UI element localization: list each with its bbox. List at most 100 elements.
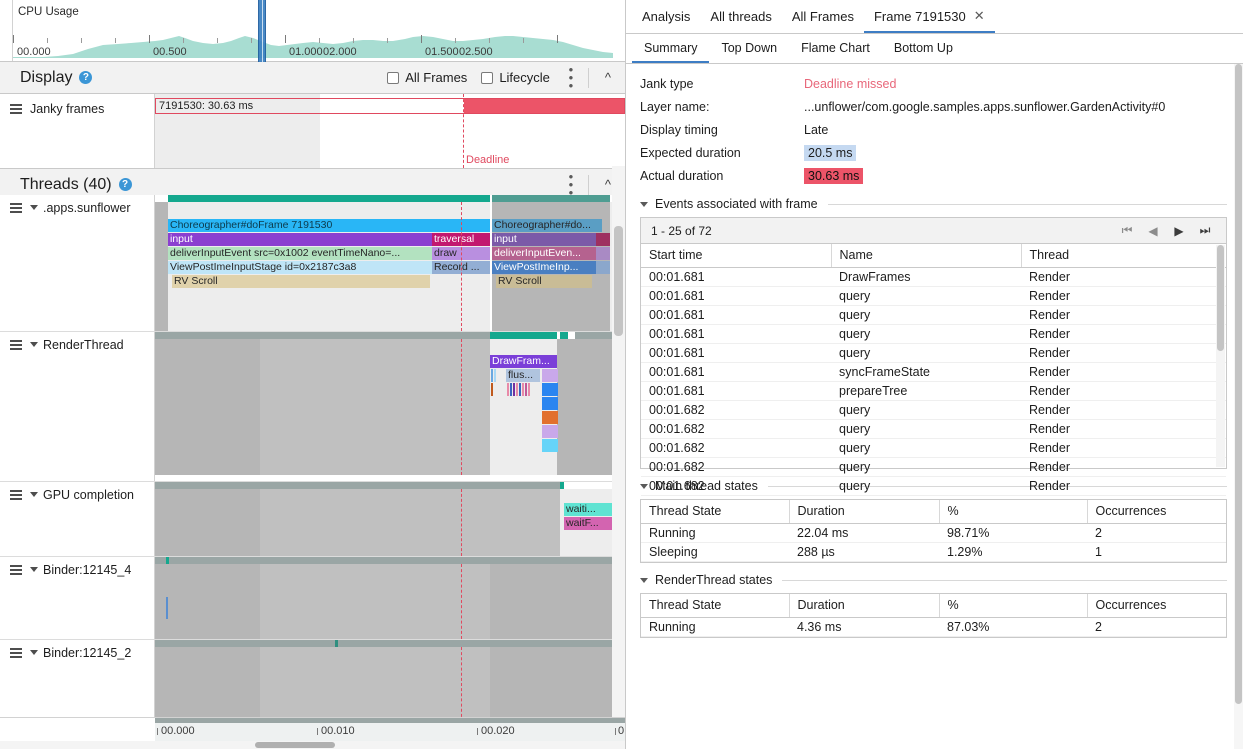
events-table[interactable]: Start time Name Thread 00:01.681DrawFram… (641, 244, 1226, 496)
table-row[interactable]: 00:01.682queryRender (641, 458, 1226, 477)
scrollbar-thumb[interactable] (255, 742, 335, 748)
first-page-icon[interactable]: ⏮ (1114, 223, 1140, 238)
column-header-name[interactable]: Name (831, 244, 1021, 268)
table-row[interactable]: 00:01.681prepareTreeRender (641, 382, 1226, 401)
cpu-usage-track[interactable]: CPU Usage (0, 0, 625, 62)
table-row[interactable]: 00:01.681DrawFramesRender (641, 268, 1226, 287)
column-header-percent[interactable]: % (939, 500, 1087, 524)
table-row[interactable]: 00:01.681syncFrameStateRender (641, 363, 1226, 382)
tab-all-threads[interactable]: All threads (700, 3, 781, 33)
column-header-occurrences[interactable]: Occurrences (1087, 500, 1226, 524)
thread-gutter[interactable]: .apps.sunflower (0, 195, 155, 331)
expand-caret-icon[interactable] (30, 650, 38, 655)
thread-gutter[interactable]: Binder:12145_2 (0, 640, 155, 717)
render-thread-states-table[interactable]: Thread State Duration % Occurrences Runn… (641, 594, 1226, 637)
trace-slice[interactable]: input (168, 233, 432, 246)
table-row[interactable]: 00:01.682queryRender (641, 439, 1226, 458)
trace-slice[interactable]: input (492, 233, 596, 246)
trace-slice[interactable]: deliverInputEven... (492, 247, 596, 260)
events-table-scrollbar[interactable] (1216, 245, 1225, 467)
column-header-occurrences[interactable]: Occurrences (1087, 594, 1226, 618)
events-section-header[interactable]: Events associated with frame (640, 197, 1227, 211)
threads-vertical-scrollbar[interactable] (612, 166, 625, 717)
next-page-icon[interactable]: ▶ (1166, 224, 1192, 238)
analysis-vertical-scrollbar[interactable] (1234, 64, 1243, 749)
display-section-header[interactable]: Display ? All Frames Lifecycle ••• ^ (0, 62, 625, 94)
thread-row-binder-2[interactable]: Binder:12145_2 (0, 640, 625, 717)
thread-gutter[interactable]: GPU completion (0, 482, 155, 556)
more-options-icon[interactable]: ••• (564, 173, 578, 197)
frame-duration-bar[interactable]: 7191530: 30.63 ms (155, 98, 625, 114)
trace-slice[interactable]: deliverInputEvent src=0x1002 eventTimeNa… (168, 247, 432, 260)
table-row[interactable]: Running4.36 ms87.03%2 (641, 618, 1226, 637)
trace-slice[interactable]: ViewPostImeInp... (492, 261, 596, 274)
events-table-box[interactable]: 1 - 25 of 72 ⏮ ◀ ▶ ⏭ Start time Name Thr… (640, 217, 1227, 469)
close-icon[interactable]: ✕ (974, 8, 985, 24)
thread-gutter[interactable]: Binder:12145_4 (0, 557, 155, 639)
events-pager[interactable]: 1 - 25 of 72 ⏮ ◀ ▶ ⏭ (641, 218, 1226, 244)
horizontal-scrollbar[interactable] (0, 741, 625, 749)
thread-track[interactable] (155, 557, 625, 639)
trace-slice[interactable]: waitF... (564, 517, 619, 530)
trace-slice[interactable]: Choreographer#do... (492, 219, 602, 232)
analysis-subtabs[interactable]: Summary Top Down Flame Chart Bottom Up (626, 34, 1243, 64)
drag-handle-icon[interactable] (10, 340, 22, 350)
table-row[interactable]: 00:01.682queryRender (641, 420, 1226, 439)
table-row[interactable]: Running22.04 ms98.71%2 (641, 524, 1226, 543)
scrollbar-thumb[interactable] (614, 226, 623, 336)
subtab-summary[interactable]: Summary (632, 37, 709, 63)
janky-frames-row[interactable]: Janky frames 7191530: 30.63 ms Deadline (0, 94, 625, 169)
column-header-start-time[interactable]: Start time (641, 244, 831, 268)
thread-track[interactable]: DrawFram... flus... (155, 332, 625, 481)
table-row[interactable]: Sleeping288 µs1.29%1 (641, 543, 1226, 562)
scrollbar-thumb[interactable] (1217, 245, 1224, 351)
render-thread-states-table-box[interactable]: Thread State Duration % Occurrences Runn… (640, 593, 1227, 638)
trace-slice[interactable]: ViewPostImeInputStage id=0x2187c3a8 (168, 261, 432, 274)
trace-slice[interactable]: RV Scroll (496, 275, 592, 288)
expand-caret-icon[interactable] (30, 342, 38, 347)
subtab-flame-chart[interactable]: Flame Chart (789, 37, 882, 63)
drag-handle-icon[interactable] (10, 104, 22, 114)
thread-row-gpu[interactable]: GPU completion waiti... waitF... (0, 482, 625, 557)
drag-handle-icon[interactable] (10, 203, 22, 213)
thread-track[interactable]: Choreographer#doFrame 7191530 input deli… (155, 195, 625, 331)
janky-frames-track[interactable]: 7191530: 30.63 ms Deadline (155, 94, 625, 168)
table-row[interactable]: 00:01.681queryRender (641, 325, 1226, 344)
subtab-top-down[interactable]: Top Down (709, 37, 789, 63)
drag-handle-icon[interactable] (10, 565, 22, 575)
main-thread-states-table[interactable]: Thread State Duration % Occurrences Runn… (641, 500, 1226, 562)
all-frames-checkbox[interactable]: All Frames (387, 70, 467, 85)
last-page-icon[interactable]: ⏭ (1192, 223, 1218, 238)
drag-handle-icon[interactable] (10, 490, 22, 500)
thread-track[interactable] (155, 640, 625, 717)
subtab-bottom-up[interactable]: Bottom Up (882, 37, 965, 63)
collapse-chevron-icon[interactable]: ^ (599, 70, 617, 85)
trace-slice[interactable]: DrawFram... (490, 355, 557, 368)
trace-slice[interactable]: Choreographer#doFrame 7191530 (168, 219, 490, 232)
table-row[interactable]: 00:01.681queryRender (641, 344, 1226, 363)
lifecycle-checkbox[interactable]: Lifecycle (481, 70, 550, 85)
table-row[interactable]: 00:01.682queryRender (641, 401, 1226, 420)
column-header-thread-state[interactable]: Thread State (641, 594, 789, 618)
column-header-duration[interactable]: Duration (789, 500, 939, 524)
trace-slice[interactable]: RV Scroll (172, 275, 430, 288)
threads-list[interactable]: .apps.sunflower Choreographer#doFrame 71… (0, 195, 625, 717)
trace-slice[interactable] (596, 261, 610, 274)
render-thread-states-header[interactable]: RenderThread states (640, 573, 1227, 587)
main-thread-states-table-box[interactable]: Thread State Duration % Occurrences Runn… (640, 499, 1227, 563)
expand-caret-icon[interactable] (30, 492, 38, 497)
tab-analysis[interactable]: Analysis (632, 3, 700, 33)
column-header-thread[interactable]: Thread (1021, 244, 1226, 268)
table-row[interactable]: 00:01.681queryRender (641, 287, 1226, 306)
thread-gutter[interactable]: RenderThread (0, 332, 155, 481)
collapse-triangle-icon[interactable] (640, 578, 648, 583)
scrollbar-thumb[interactable] (1235, 64, 1242, 704)
table-row[interactable]: 00:01.681queryRender (641, 306, 1226, 325)
help-icon[interactable]: ? (79, 71, 92, 84)
more-options-icon[interactable]: ••• (564, 66, 578, 90)
column-header-percent[interactable]: % (939, 594, 1087, 618)
help-icon[interactable]: ? (119, 178, 132, 191)
trace-slice[interactable]: flus... (506, 369, 540, 382)
expand-caret-icon[interactable] (30, 205, 38, 210)
trace-slice[interactable]: waiti... (564, 503, 619, 516)
